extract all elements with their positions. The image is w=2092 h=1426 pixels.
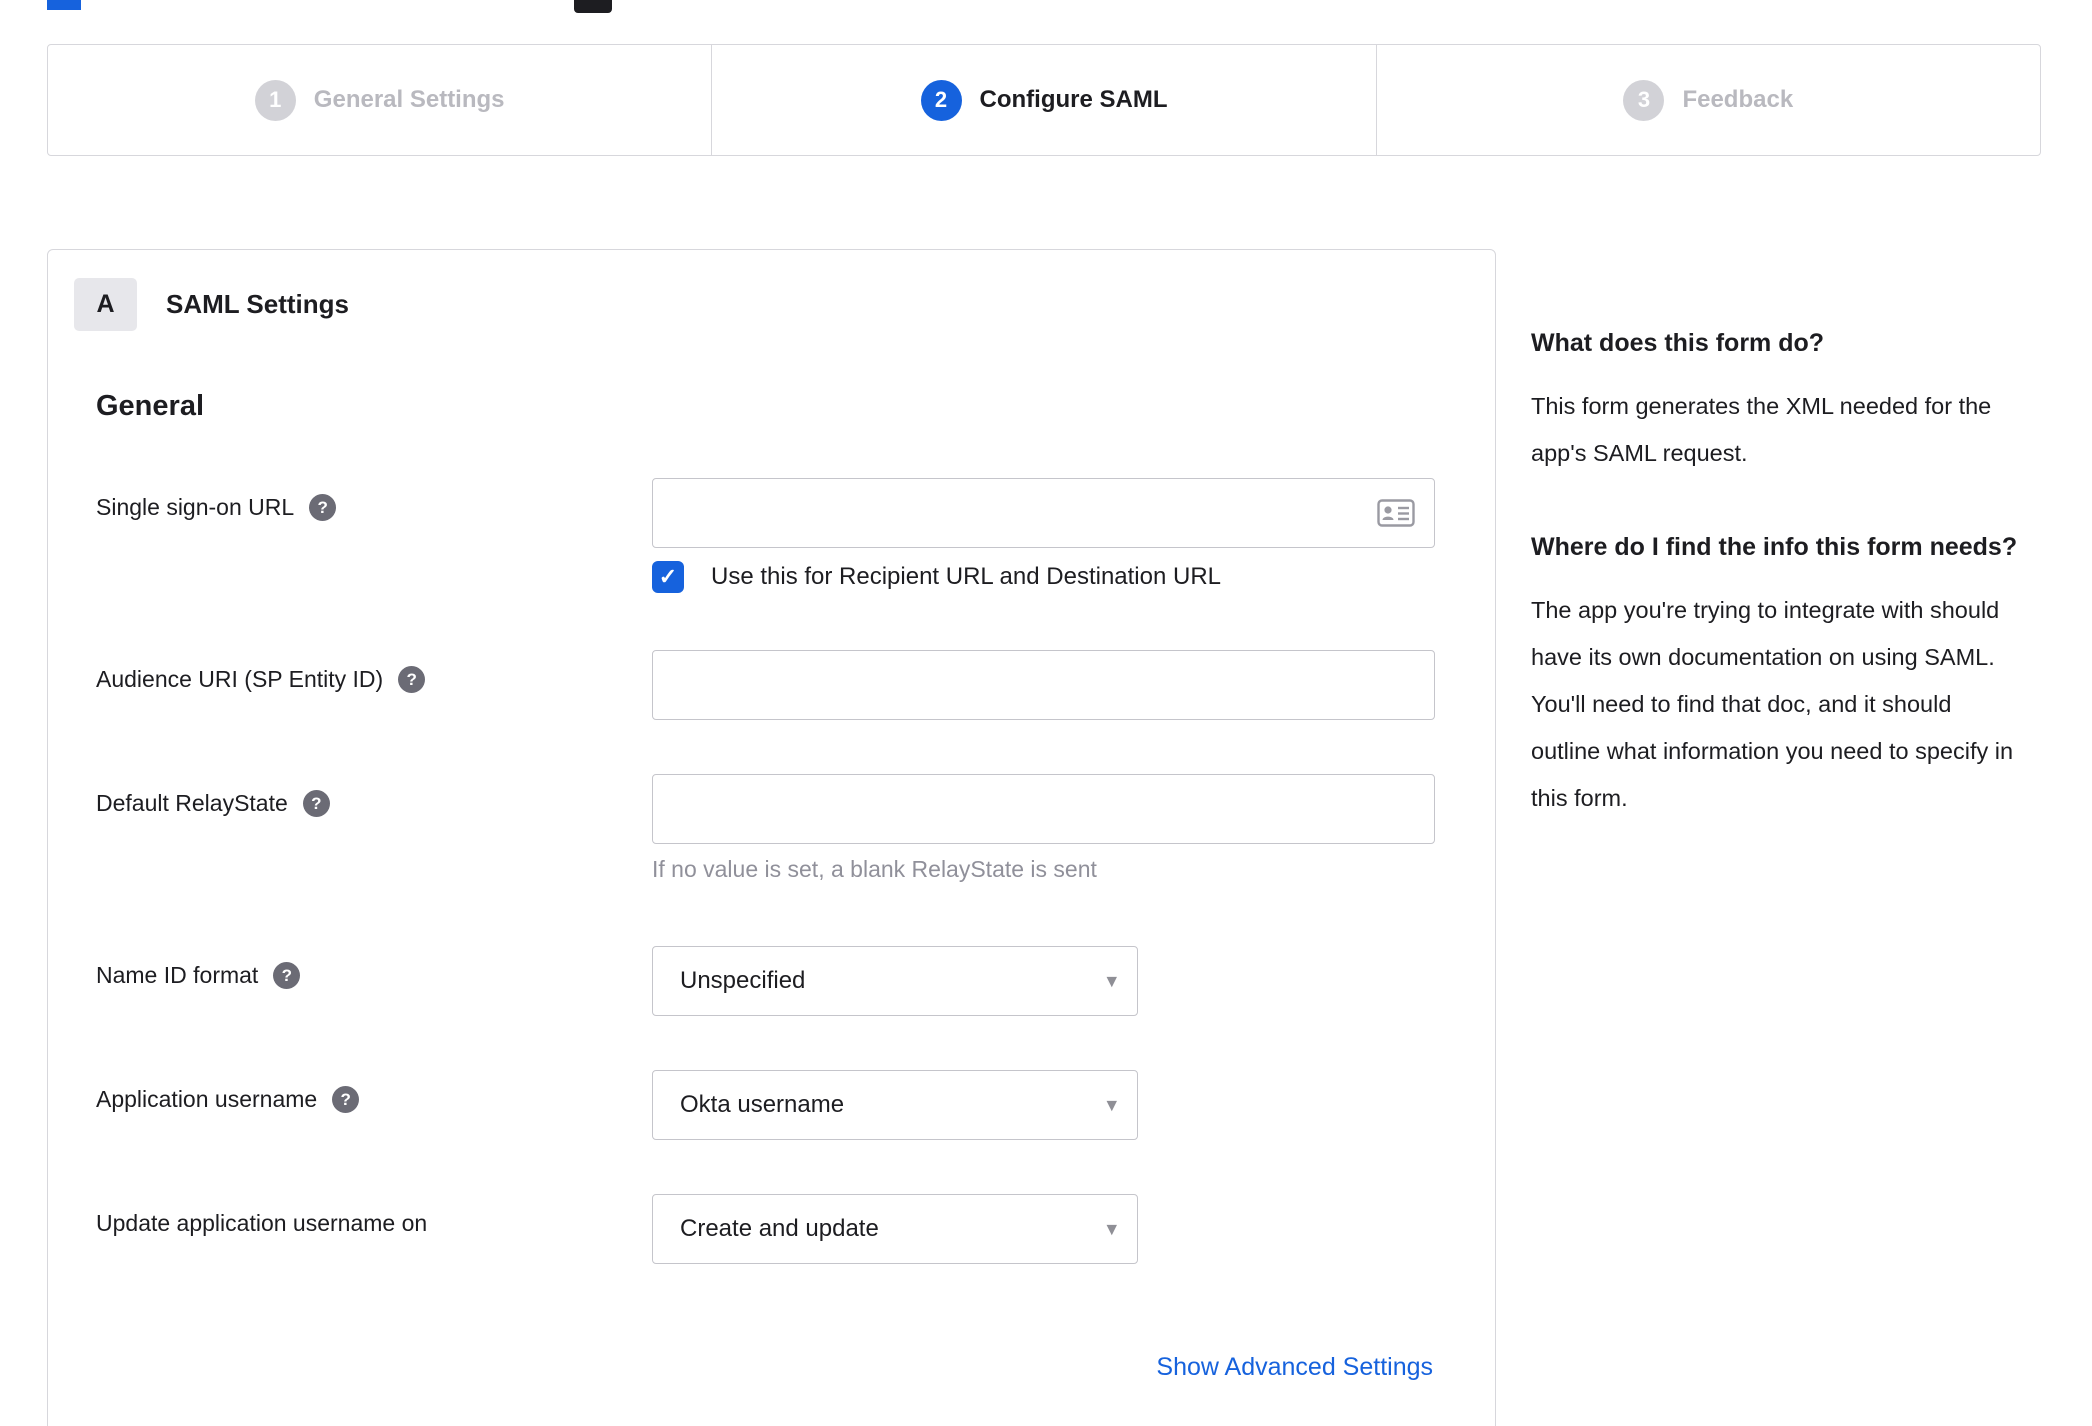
step-general-settings[interactable]: 1 General Settings	[48, 45, 711, 155]
sso-url-input-wrap	[652, 478, 1435, 548]
update-username-select[interactable]: Create and update ▾	[652, 1194, 1138, 1264]
recipient-url-checkbox[interactable]: ✓	[652, 561, 684, 593]
wizard-stepper: 1 General Settings 2 Configure SAML 3 Fe…	[47, 44, 2041, 156]
app-username-value: Okta username	[680, 1091, 845, 1118]
check-icon: ✓	[658, 564, 678, 589]
relaystate-input[interactable]	[652, 774, 1435, 844]
help-heading-where: Where do I find the info this form needs…	[1531, 533, 2018, 561]
section-a-badge: A	[74, 278, 137, 331]
relaystate-helper-text: If no value is set, a blank RelayState i…	[652, 856, 1097, 882]
relaystate-input-wrap	[652, 774, 1435, 844]
step-number-3: 3	[1623, 79, 1665, 121]
update-username-label: Update application username on	[96, 1210, 428, 1236]
step-number-1: 1	[254, 79, 296, 121]
name-id-format-value: Unspecified	[680, 967, 806, 994]
help-icon[interactable]: ?	[309, 494, 337, 521]
sso-url-label-row: Single sign-on URL ?	[96, 494, 337, 521]
update-username-label-row: Update application username on	[96, 1210, 427, 1237]
sso-url-label: Single sign-on URL	[96, 494, 295, 520]
help-heading-what: What does this form do?	[1531, 329, 1825, 357]
audience-uri-input-wrap	[652, 650, 1435, 720]
panel-title: SAML Settings	[166, 289, 349, 319]
show-advanced-settings-link[interactable]: Show Advanced Settings	[1156, 1353, 1433, 1382]
clipped-header-fragment-dark	[574, 0, 612, 13]
step-label-feedback: Feedback	[1682, 86, 1794, 113]
saml-settings-panel: A SAML Settings General Single sign-on U…	[47, 249, 1496, 1426]
name-id-format-select[interactable]: Unspecified ▾	[652, 946, 1138, 1016]
contact-card-icon	[1377, 499, 1415, 527]
app-username-label-row: Application username ?	[96, 1086, 360, 1113]
help-sidebar: What does this form do? This form genera…	[1531, 325, 2021, 874]
audience-uri-label-row: Audience URI (SP Entity ID) ?	[96, 666, 426, 693]
chevron-down-icon: ▾	[1106, 969, 1117, 993]
chevron-down-icon: ▾	[1106, 1217, 1117, 1241]
step-label-general-settings: General Settings	[313, 86, 505, 113]
general-section-heading: General	[96, 390, 204, 422]
clipped-header-fragment-blue	[47, 0, 81, 10]
name-id-format-label: Name ID format	[96, 962, 259, 988]
relaystate-label: Default RelayState	[96, 790, 288, 816]
recipient-url-checkbox-row: ✓ Use this for Recipient URL and Destina…	[652, 561, 1221, 593]
step-label-configure-saml: Configure SAML	[979, 86, 1168, 113]
help-icon[interactable]: ?	[398, 666, 426, 693]
help-icon[interactable]: ?	[332, 1086, 360, 1113]
help-body-where: The app you're trying to integrate with …	[1531, 597, 2014, 811]
step-number-2: 2	[920, 79, 962, 121]
chevron-down-icon: ▾	[1106, 1093, 1117, 1117]
audience-uri-input[interactable]	[652, 650, 1435, 720]
step-feedback[interactable]: 3 Feedback	[1375, 45, 2040, 155]
app-username-select[interactable]: Okta username ▾	[652, 1070, 1138, 1140]
sso-url-input[interactable]	[652, 478, 1435, 548]
recipient-url-checkbox-label: Use this for Recipient URL and Destinati…	[711, 563, 1222, 590]
app-username-label: Application username	[96, 1086, 318, 1112]
relaystate-label-row: Default RelayState ?	[96, 790, 330, 817]
step-configure-saml[interactable]: 2 Configure SAML	[711, 45, 1375, 155]
update-username-value: Create and update	[680, 1215, 879, 1242]
help-icon[interactable]: ?	[302, 790, 330, 817]
help-icon[interactable]: ?	[273, 962, 301, 989]
audience-uri-label: Audience URI (SP Entity ID)	[96, 666, 384, 692]
help-body-what: This form generates the XML needed for t…	[1531, 393, 1992, 466]
name-id-format-label-row: Name ID format ?	[96, 962, 301, 989]
